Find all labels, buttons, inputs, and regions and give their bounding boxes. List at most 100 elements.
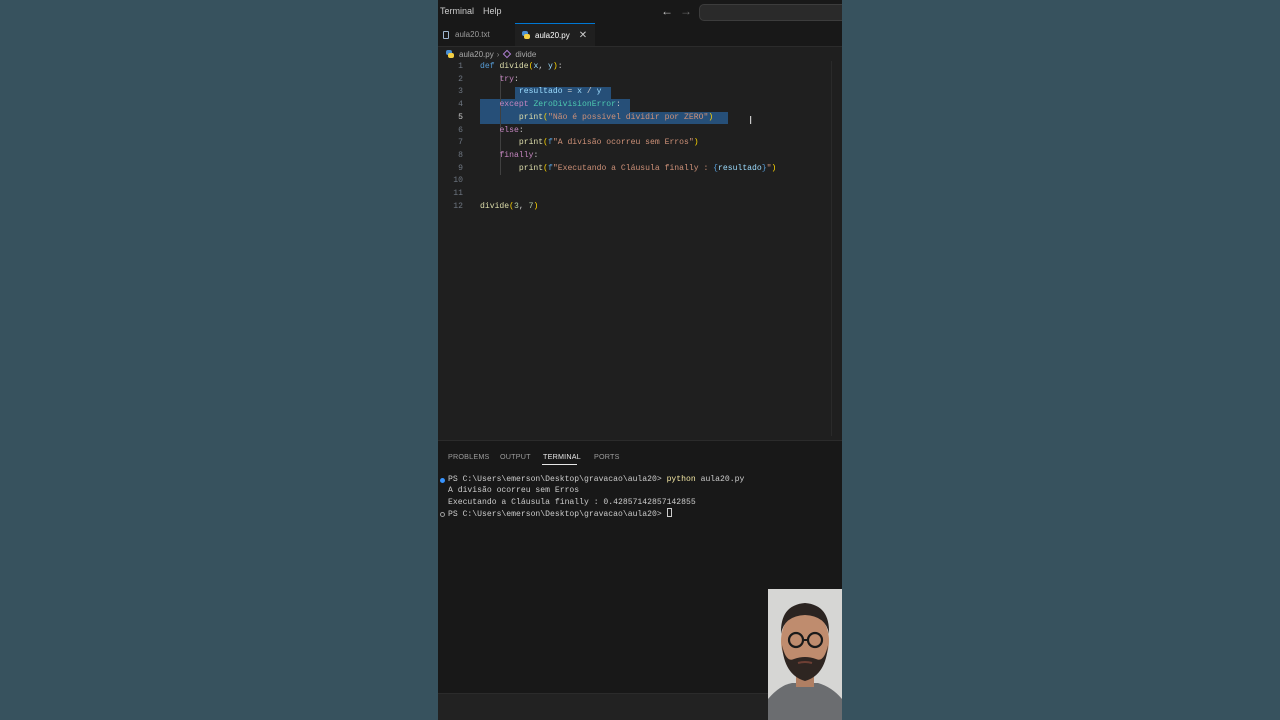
- terminal-prompt-line: PS C:\Users\emerson\Desktop\gravacao\aul…: [448, 508, 672, 520]
- code-token: :: [557, 62, 563, 71]
- code-token: "Executando a Cláusula finally :: [552, 163, 714, 173]
- code-token: except: [499, 100, 529, 110]
- breadcrumb-symbol[interactable]: divide: [515, 50, 536, 59]
- line-number: 11: [453, 189, 463, 198]
- code-line[interactable]: 10: [438, 175, 842, 188]
- breadcrumb-file[interactable]: aula20.py: [459, 50, 494, 59]
- menu-terminal[interactable]: Terminal: [440, 6, 474, 16]
- line-number: 3: [458, 87, 463, 97]
- code-token: "Não é possivel dividir por ZERO": [548, 112, 709, 122]
- back-arrow-icon[interactable]: ←: [661, 4, 673, 18]
- code-text: print("Não é possivel dividir por ZERO"): [480, 112, 713, 125]
- command-center-search[interactable]: [699, 4, 842, 21]
- line-number: 2: [458, 74, 463, 84]
- code-text: resultado = x / y: [480, 86, 602, 99]
- line-number: 4: [458, 100, 463, 110]
- webcam-overlay: [768, 589, 842, 720]
- code-token: finally: [499, 150, 534, 160]
- function-symbol-icon: [503, 49, 512, 59]
- active-tab-indicator: [542, 464, 577, 465]
- code-token: def: [480, 62, 495, 71]
- code-token: :: [533, 150, 539, 160]
- code-token: ): [771, 163, 777, 173]
- tab-terminal[interactable]: TERMINAL: [543, 452, 581, 461]
- code-token: ,: [538, 62, 549, 71]
- line-number: 6: [458, 125, 463, 135]
- code-text: try:: [480, 74, 519, 87]
- terminal-output-line: Executando a Cláusula finally : 0.428571…: [448, 497, 696, 507]
- code-text: print(f"Executando a Cláusula finally : …: [480, 163, 776, 176]
- tab-ports[interactable]: PORTS: [594, 452, 620, 461]
- code-line[interactable]: 4 except ZeroDivisionError:: [438, 99, 842, 112]
- line-number: 12: [453, 201, 463, 211]
- tab-problems[interactable]: PROBLEMS: [448, 452, 490, 461]
- forward-arrow-icon[interactable]: →: [680, 4, 692, 18]
- text-cursor-icon: I: [749, 114, 753, 127]
- code-token: :: [514, 74, 519, 84]
- terminal-output-line: A divisão ocorreu sem Erros: [448, 486, 580, 496]
- code-token: ZeroDivisionError: [533, 100, 617, 110]
- menu-help[interactable]: Help: [483, 6, 502, 16]
- terminal-cursor: [666, 508, 672, 517]
- command-success-dot-icon: [440, 478, 445, 483]
- code-line[interactable]: 6 else:: [438, 125, 842, 138]
- line-number: 8: [458, 150, 463, 160]
- code-editor[interactable]: 1 def divide(x, y): 2 try: 3 resultado = x …: [438, 61, 842, 436]
- code-token: resultado: [718, 163, 762, 173]
- line-number: 9: [458, 163, 463, 173]
- code-line[interactable]: 12 divide(3, 7): [438, 201, 842, 214]
- line-number: 10: [453, 176, 463, 186]
- code-token: :: [616, 100, 621, 110]
- code-token: :: [518, 125, 524, 135]
- code-text: divide(3, 7): [480, 201, 538, 214]
- terminal-prompt: PS C:\Users\emerson\Desktop\gravacao\aul…: [448, 475, 667, 484]
- tab-aula20-py[interactable]: aula20.py ✕: [515, 23, 595, 46]
- close-icon[interactable]: ✕: [579, 30, 587, 41]
- editor-tab-bar: aula20.txt aula20.py ✕: [438, 23, 842, 47]
- code-line[interactable]: 1 def divide(x, y):: [438, 61, 842, 74]
- tab-aula20-txt[interactable]: aula20.txt: [438, 23, 514, 46]
- code-text: except ZeroDivisionError:: [480, 99, 621, 112]
- code-token: divide: [499, 62, 529, 71]
- tab-label: aula20.txt: [455, 30, 490, 39]
- code-token: try: [499, 74, 515, 84]
- command-pending-dot-icon: [440, 512, 445, 517]
- presenter-video-image: [768, 589, 842, 720]
- code-token: resultado: [518, 87, 563, 97]
- terminal-command: python: [666, 475, 696, 484]
- code-token: print: [518, 138, 544, 148]
- code-line[interactable]: 3 resultado = x / y: [438, 86, 842, 99]
- code-token: "A divisão ocorreu sem Erros": [552, 138, 694, 148]
- code-line[interactable]: 11: [438, 188, 842, 201]
- terminal-command-line: PS C:\Users\emerson\Desktop\gravacao\aul…: [448, 474, 744, 485]
- code-text: finally:: [480, 150, 538, 163]
- tab-label: aula20.py: [535, 30, 570, 40]
- chevron-right-icon: ›: [496, 49, 500, 59]
- python-icon: [522, 31, 530, 39]
- code-token: ): [533, 201, 539, 211]
- tab-output[interactable]: OUTPUT: [500, 452, 531, 461]
- code-token: print: [518, 163, 544, 173]
- code-line[interactable]: 5 print("Não é possivel dividir por ZERO…: [438, 112, 842, 125]
- line-number: 7: [458, 138, 463, 148]
- code-line[interactable]: 2 try:: [438, 74, 842, 87]
- python-icon: [446, 50, 454, 58]
- code-line[interactable]: 8 finally:: [438, 150, 842, 163]
- terminal-command-args: aula20.py: [695, 475, 745, 484]
- line-number: 1: [458, 62, 463, 71]
- editor-scrollbar[interactable]: [831, 61, 842, 436]
- menu-bar: Terminal Help ← →: [438, 0, 842, 23]
- code-token: =: [562, 87, 578, 97]
- code-token: y: [596, 87, 602, 97]
- code-line[interactable]: 9 print(f"Executando a Cláusula finally …: [438, 163, 842, 176]
- breadcrumb: aula20.py › divide: [446, 48, 536, 60]
- code-line[interactable]: 7 print(f"A divisão ocorreu sem Erros"): [438, 137, 842, 150]
- code-token: divide: [480, 201, 510, 211]
- line-number: 5: [458, 112, 463, 122]
